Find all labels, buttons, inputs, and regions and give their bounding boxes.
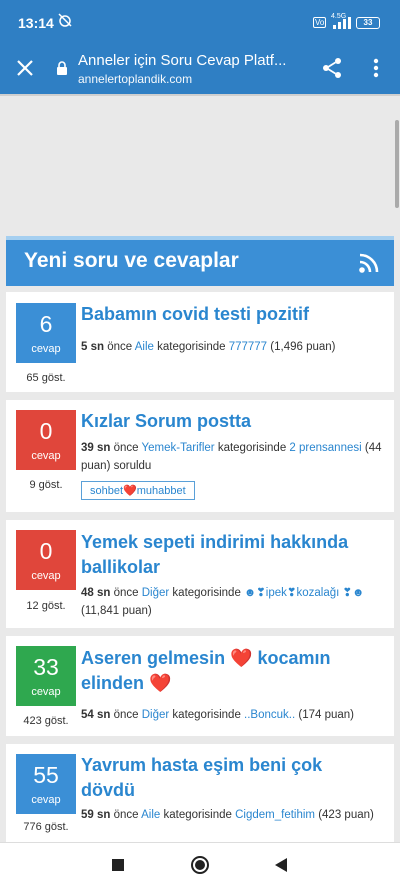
points-text: (174 puan) [295, 709, 354, 721]
scrollbar[interactable] [395, 120, 399, 208]
post-time: 54 sn [81, 709, 111, 721]
question-card[interactable]: 0 cevap 12 göst. Yemek sepeti indirimi h… [6, 520, 394, 628]
category-text: kategorisinde [153, 341, 229, 353]
answer-count: 6 [39, 311, 53, 337]
answer-count-label: cevap [31, 686, 61, 698]
tag-text-start: sohbet [90, 485, 124, 497]
category-link[interactable]: Diğer [142, 709, 169, 721]
ago-text: önce [110, 442, 142, 454]
answer-count-box: 33 cevap [16, 646, 76, 706]
question-meta: 54 sn önce Diğer kategorisinde ..Boncuk.… [81, 706, 386, 724]
ago-text: önce [110, 587, 142, 599]
category-text: kategorisinde [169, 587, 245, 599]
share-icon[interactable] [320, 56, 344, 80]
view-count: 423 göst. [23, 715, 69, 727]
page-domain[interactable]: annelertoplandik.com [78, 72, 192, 86]
answer-count: 33 [33, 654, 59, 680]
user-link[interactable]: 777777 [229, 341, 267, 353]
answer-count-box: 6 cevap [16, 303, 76, 363]
question-title[interactable]: Yemek sepeti indirimi hakkında ballikola… [81, 530, 381, 580]
volte-indicator: Vo [313, 17, 327, 28]
ago-text: önce [110, 709, 142, 721]
view-count: 12 göst. [26, 600, 66, 612]
ago-text: önce [110, 809, 142, 821]
category-text: kategorisinde [160, 809, 236, 821]
user-link[interactable]: Cigdem_fetihim [235, 809, 315, 821]
question-title[interactable]: Kızlar Sorum postta [81, 409, 381, 434]
answer-count-box: 0 cevap [16, 530, 76, 590]
heart-icon: ❤️ [123, 485, 137, 497]
tag-chip[interactable]: sohbet❤️muhabbet [81, 481, 195, 500]
answer-count-box: 0 cevap [16, 410, 76, 470]
section-title: Yeni soru ve cevaplar [24, 249, 239, 272]
rss-icon[interactable] [358, 252, 380, 274]
question-card[interactable]: 6 cevap 65 göst. Babamın covid testi poz… [6, 292, 394, 392]
battery-icon: 33 [356, 17, 380, 29]
close-icon[interactable] [14, 57, 36, 79]
home-icon[interactable] [191, 856, 209, 874]
user-link[interactable]: ☻❣ipek❣kozalağı ❣☻ [244, 587, 364, 599]
user-link[interactable]: 2 prensannesi [289, 442, 361, 454]
answer-count-label: cevap [31, 450, 61, 462]
question-meta: 59 sn önce Aile kategorisinde Cigdem_fet… [81, 806, 386, 824]
answer-count-label: cevap [31, 794, 61, 806]
signal-icon [333, 17, 351, 29]
category-text: kategorisinde [214, 442, 290, 454]
answer-count-box: 55 cevap [16, 754, 76, 814]
category-text: kategorisinde [169, 709, 245, 721]
section-header: Yeni soru ve cevaplar [6, 236, 394, 286]
question-card[interactable]: 0 cevap 9 göst. Kızlar Sorum postta 39 s… [6, 400, 394, 512]
recent-apps-icon[interactable] [112, 859, 124, 871]
view-count: 776 göst. [23, 821, 69, 833]
question-title[interactable]: Yavrum hasta eşim beni çok dövdü [81, 753, 381, 803]
question-meta: 5 sn önce Aile kategorisinde 777777 (1,4… [81, 338, 386, 356]
question-card[interactable]: 33 cevap 423 göst. Aseren gelmesin ❤️ ko… [6, 636, 394, 736]
category-link[interactable]: Yemek-Tarifler [142, 442, 215, 454]
status-bar: 13:14 Vo 4.5G 33 [0, 0, 400, 46]
answer-count: 55 [33, 762, 59, 788]
more-vert-icon[interactable] [366, 56, 386, 80]
answer-count: 0 [39, 418, 53, 444]
user-link[interactable]: ..Boncuk.. [244, 709, 295, 721]
category-link[interactable]: Aile [135, 341, 154, 353]
question-meta: 48 sn önce Diğer kategorisinde ☻❣ipek❣ko… [81, 584, 386, 620]
back-icon[interactable] [275, 858, 287, 872]
points-text: (1,496 puan) [267, 341, 336, 353]
page-title[interactable]: Anneler için Soru Cevap Platf... [78, 52, 308, 69]
question-meta: 39 sn önce Yemek-Tarifler kategorisinde … [81, 439, 386, 475]
post-time: 5 sn [81, 341, 105, 353]
lock-icon [57, 61, 67, 75]
view-count: 65 göst. [26, 372, 66, 384]
post-time: 48 sn [81, 587, 111, 599]
category-link[interactable]: Aile [141, 809, 160, 821]
tag-text-end: muhabbet [136, 485, 186, 497]
view-count: 9 göst. [29, 479, 63, 491]
browser-toolbar: Anneler için Soru Cevap Platf... anneler… [0, 46, 400, 94]
alarm-off-icon [58, 13, 72, 27]
ago-text: önce [104, 341, 135, 353]
points-text: (423 puan) [315, 809, 374, 821]
answer-count-label: cevap [31, 343, 61, 355]
answer-count-label: cevap [31, 570, 61, 582]
category-link[interactable]: Diğer [142, 587, 169, 599]
post-time: 59 sn [81, 809, 111, 821]
question-title[interactable]: Aseren gelmesin ❤️ kocamın elinden ❤️ [81, 646, 381, 696]
answer-count: 0 [39, 538, 53, 564]
post-time: 39 sn [81, 442, 111, 454]
points-text: (11,841 puan) [81, 605, 152, 617]
status-time: 13:14 [18, 15, 54, 31]
toolbar-shadow [0, 94, 400, 96]
system-nav-bar [0, 842, 400, 888]
question-title[interactable]: Babamın covid testi pozitif [81, 302, 381, 327]
question-card[interactable]: 55 cevap 776 göst. Yavrum hasta eşim ben… [6, 744, 394, 842]
